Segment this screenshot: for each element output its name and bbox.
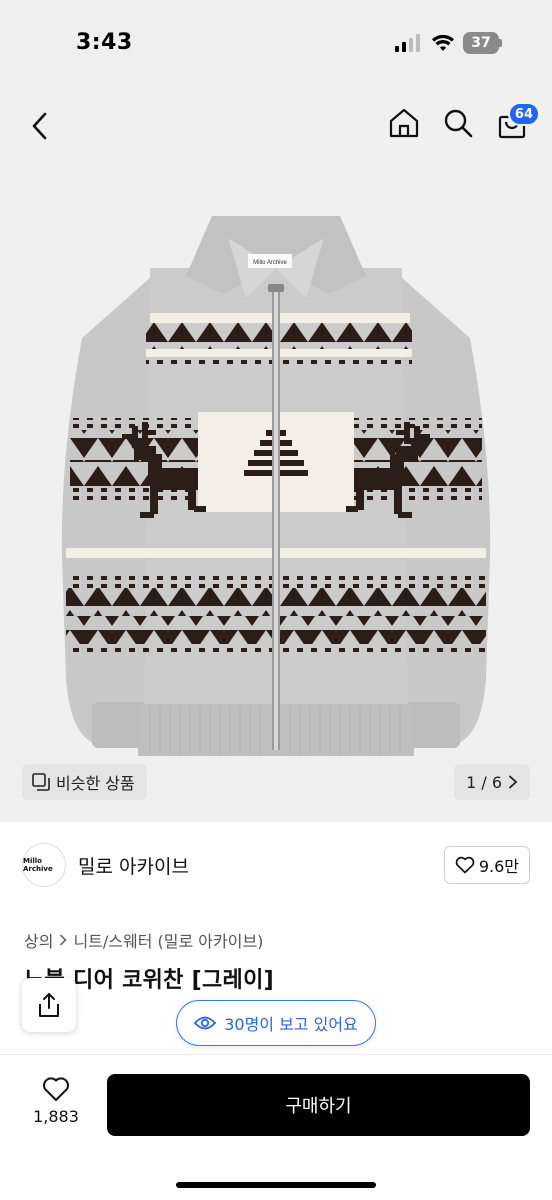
home-button[interactable] (386, 104, 422, 142)
breadcrumb-category[interactable]: 상의 (24, 928, 53, 952)
similar-items-label: 비슷한 상품 (56, 774, 135, 793)
search-button[interactable] (440, 104, 476, 142)
breadcrumb-subcategory[interactable]: 니트/스웨터 (밀로 아카이브) (73, 928, 263, 952)
home-indicator (176, 1182, 376, 1188)
store-name[interactable]: 밀로 아카이브 (78, 852, 189, 879)
battery-nub (499, 39, 502, 47)
status-icons: 37 (395, 32, 502, 54)
share-icon (39, 993, 59, 1017)
store-row[interactable]: Millo Archive 밀로 아카이브 9.6만 (22, 842, 530, 888)
breadcrumb: 상의 니트/스웨터 (밀로 아카이브) (24, 928, 263, 952)
wishlist-button[interactable]: 1,883 (30, 1075, 82, 1126)
store-like-button[interactable]: 9.6만 (443, 846, 530, 884)
chevron-right-icon (509, 775, 518, 789)
search-icon (444, 109, 473, 138)
page-indicator-text: 1 / 6 (466, 772, 502, 792)
buy-button[interactable]: 구매하기 (107, 1074, 530, 1136)
battery-indicator: 37 (463, 32, 499, 54)
viewers-count-pill: 30명이 보고 있어요 (176, 1000, 376, 1046)
wifi-icon (432, 34, 454, 51)
back-button[interactable] (22, 108, 58, 144)
product-gallery[interactable]: 64 Millo Archive 비슷한 상품 1 / 6 (0, 88, 552, 822)
store-like-count: 9.6만 (478, 857, 519, 876)
chevron-left-icon (32, 112, 47, 140)
home-icon (389, 108, 419, 138)
top-nav-actions: 64 (386, 102, 540, 142)
similar-items-button[interactable]: 비슷한 상품 (22, 764, 147, 800)
bottom-action-bar: 1,883 구매하기 (0, 1054, 552, 1200)
status-bar: 3:43 37 (0, 0, 552, 88)
sweater-illustration: Millo Archive (61, 216, 491, 756)
eye-icon (194, 1016, 217, 1030)
chevron-right-icon (60, 934, 68, 946)
store-logo[interactable]: Millo Archive (22, 843, 66, 887)
cart-count-badge: 64 (507, 102, 540, 126)
status-time: 3:43 (76, 30, 133, 55)
share-button[interactable] (22, 978, 76, 1032)
gallery-page-indicator[interactable]: 1 / 6 (454, 764, 530, 800)
product-image: Millo Archive (0, 198, 552, 778)
copy-icon (32, 773, 50, 791)
cart-button[interactable]: 64 (494, 102, 540, 142)
heart-icon (455, 856, 475, 874)
brand-tag-text: Millo Archive (253, 260, 287, 266)
heart-icon (43, 1077, 69, 1101)
viewers-count-label: 30명이 보고 있어요 (224, 1015, 358, 1034)
wishlist-count: 1,883 (33, 1107, 79, 1126)
signal-icon (395, 34, 420, 52)
